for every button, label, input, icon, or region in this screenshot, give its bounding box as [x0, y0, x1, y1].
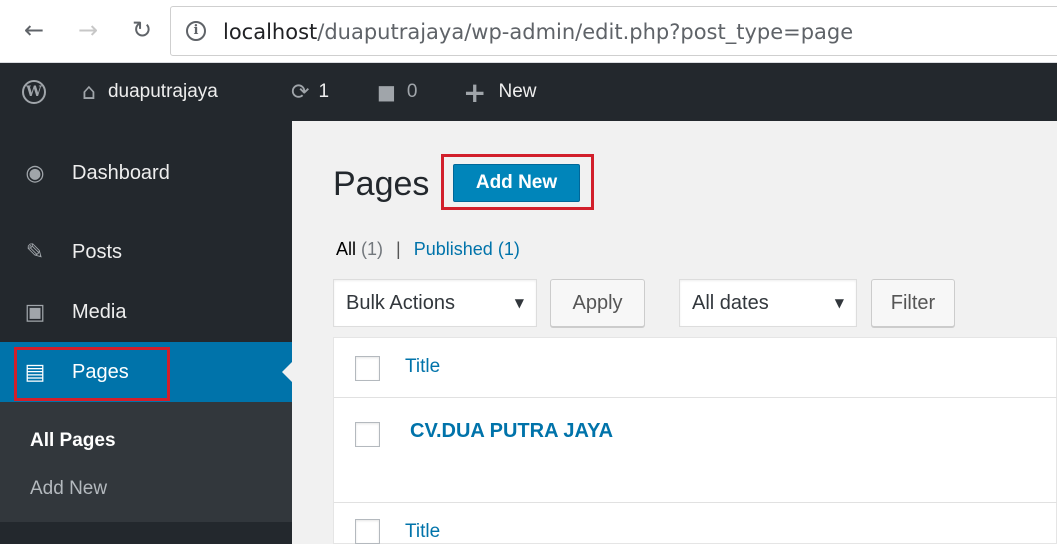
pages-submenu: All Pages Add New [0, 402, 292, 522]
filter-button[interactable]: Filter [871, 279, 955, 327]
main-content: Pages Add New All (1) | Published (1) Bu… [292, 121, 1057, 544]
sidebar-item-posts[interactable]: ✎ Posts [0, 222, 292, 282]
table-header: Title [334, 338, 1057, 398]
url-text[interactable]: localhost/duaputrajaya/wp-admin/edit.php… [223, 20, 853, 44]
table-row: CV.DUA PUTRA JAYA [334, 398, 1057, 502]
table-footer: Title [334, 502, 1057, 544]
status-filter-links: All (1) | Published (1) [336, 239, 520, 260]
sidebar-item-label: Media [72, 300, 127, 323]
wp-admin-bar: W ⌂ duaputrajaya ⟳ 1 ■ 0 + New [0, 63, 1057, 121]
reload-icon[interactable]: ↻ [130, 18, 154, 42]
sidebar-item-media[interactable]: ▣ Media [0, 282, 292, 342]
filter-all-count: (1) [361, 239, 384, 259]
submenu-add-new[interactable]: Add New [30, 478, 107, 500]
site-name: duaputrajaya [107, 81, 218, 102]
comments-link[interactable]: ■ 0 [377, 63, 417, 121]
browser-toolbar: ← → ↻ i localhost/duaputrajaya/wp-admin/… [0, 0, 1057, 63]
dropdown-arrow-icon: ▼ [834, 296, 844, 310]
url-host: localhost [223, 20, 318, 44]
wp-logo-button[interactable]: W [22, 63, 46, 121]
sidebar-item-dashboard[interactable]: ◉ Dashboard [0, 143, 292, 203]
home-icon: ⌂ [82, 79, 96, 105]
site-name-link[interactable]: ⌂ duaputrajaya [82, 63, 218, 121]
screen: ← → ↻ i localhost/duaputrajaya/wp-admin/… [0, 0, 1057, 544]
new-content-link[interactable]: + New [463, 63, 536, 121]
column-header-title[interactable]: Title [405, 356, 440, 378]
pages-table: Title CV.DUA PUTRA JAYA Title [333, 337, 1057, 544]
current-menu-arrow [282, 362, 292, 382]
row-title-link[interactable]: CV.DUA PUTRA JAYA [410, 420, 613, 443]
plus-icon: + [463, 75, 487, 109]
row-checkbox[interactable] [355, 422, 380, 447]
highlight-box [441, 154, 594, 210]
submenu-all-pages[interactable]: All Pages [30, 430, 116, 452]
column-footer-title[interactable]: Title [405, 521, 440, 543]
filter-published-link[interactable]: Published [414, 239, 493, 259]
wordpress-logo-icon: W [22, 80, 46, 104]
dropdown-arrow-icon: ▼ [514, 296, 524, 310]
updates-icon: ⟳ [291, 79, 310, 105]
select-all-checkbox[interactable] [355, 356, 380, 381]
media-icon: ▣ [24, 299, 46, 325]
forward-arrow-icon[interactable]: → [76, 18, 100, 42]
apply-button[interactable]: Apply [550, 279, 645, 327]
bulk-actions-select[interactable]: Bulk Actions ▼ [333, 279, 537, 327]
pin-icon: ✎ [25, 239, 45, 265]
filter-separator: | [396, 239, 401, 259]
sidebar-item-label: Dashboard [72, 161, 170, 184]
dates-select[interactable]: All dates ▼ [679, 279, 857, 327]
updates-count: 1 [318, 81, 330, 102]
page-title: Pages [333, 165, 430, 203]
highlight-box [14, 347, 170, 401]
address-bar[interactable]: i localhost/duaputrajaya/wp-admin/edit.p… [170, 6, 1057, 56]
filter-all-link[interactable]: All [336, 239, 356, 259]
comments-count: 0 [406, 81, 418, 102]
info-icon[interactable]: i [186, 21, 206, 41]
admin-sidebar: ◉ Dashboard ✎ Posts ▣ Media ▤ Pages All … [0, 121, 292, 544]
filter-published-count: (1) [497, 239, 520, 259]
dates-value: All dates [692, 291, 769, 314]
dashboard-icon: ◉ [25, 160, 45, 186]
updates-link[interactable]: ⟳ 1 [291, 63, 329, 121]
back-arrow-icon[interactable]: ← [22, 18, 46, 42]
new-label: New [498, 81, 537, 102]
bulk-actions-value: Bulk Actions [346, 291, 455, 314]
comment-bubble-icon: ■ [377, 80, 396, 104]
url-path: /duaputrajaya/wp-admin/edit.php?post_typ… [317, 20, 854, 44]
select-all-checkbox-footer[interactable] [355, 519, 380, 544]
sidebar-item-label: Posts [72, 240, 123, 263]
